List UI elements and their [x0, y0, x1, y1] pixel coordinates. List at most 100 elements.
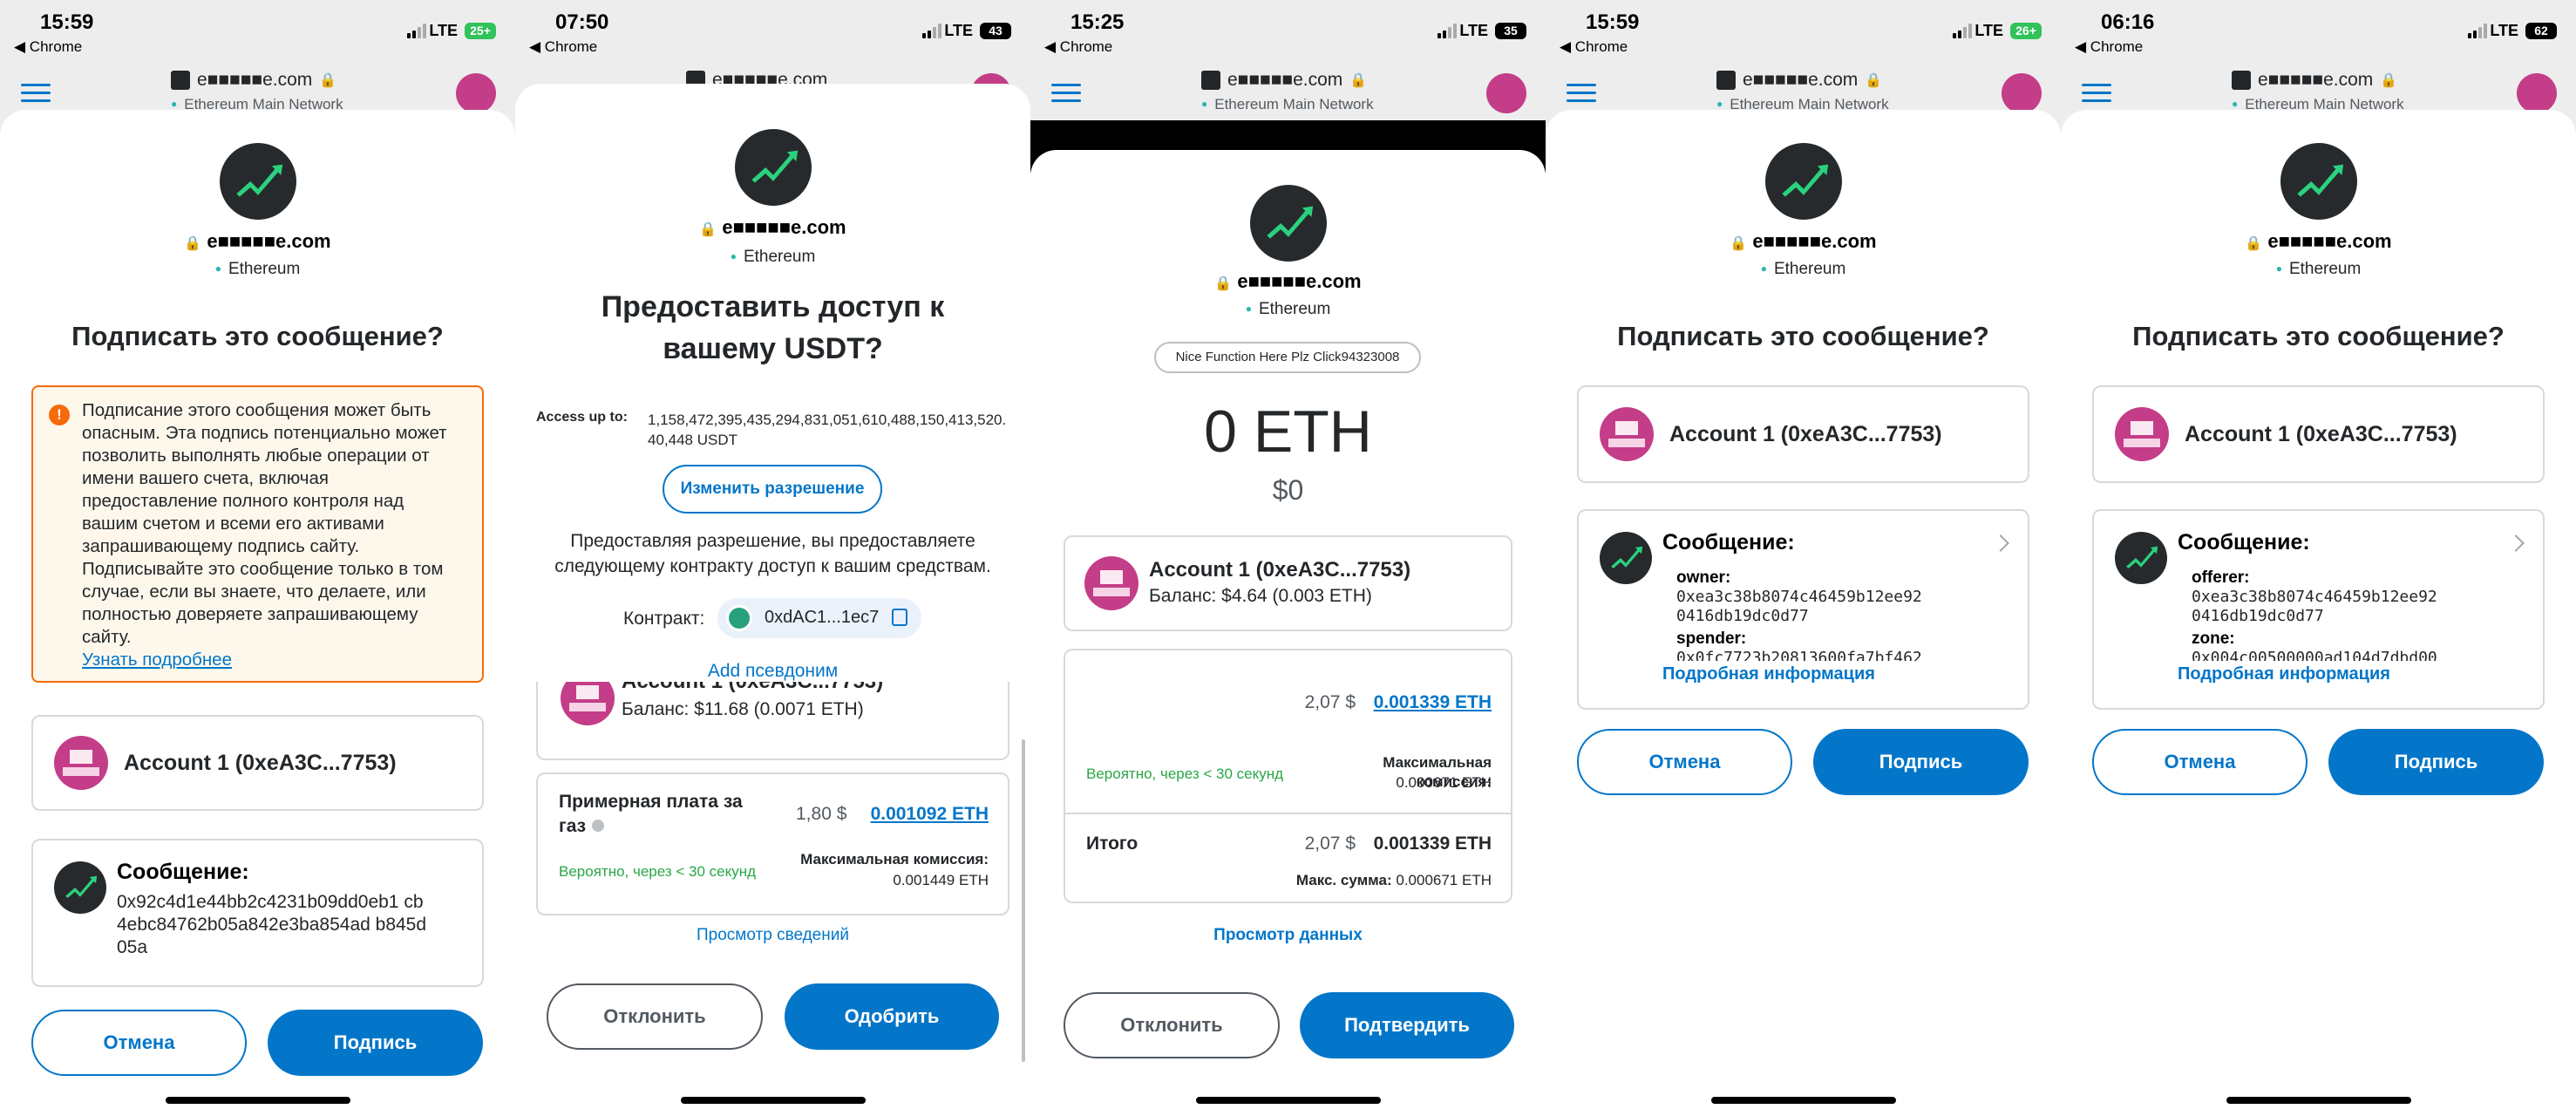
account-card: Account 1 (0xeA3C...7753) Баланс: $11.68… — [536, 682, 1009, 760]
avatar[interactable] — [456, 73, 496, 113]
avatar[interactable] — [2517, 73, 2557, 113]
message-card[interactable]: Сообщение: owner: 0xea3c38b8074c46459b12… — [1577, 509, 2029, 710]
message-label: Сообщение: — [2178, 530, 2310, 555]
contract-pill[interactable]: 0xdAC1...1ec7 — [717, 598, 921, 638]
site-origin-text: e■■■■■e.com — [722, 216, 846, 238]
back-to-chrome-link[interactable]: ◀ Chrome — [2075, 38, 2143, 56]
network-type: LTE — [1459, 22, 1488, 39]
account-avatar — [2115, 407, 2169, 461]
more-info-link[interactable]: Подробная информация — [1662, 664, 1875, 684]
max-fee-value: 0.001449 ETH — [893, 872, 989, 888]
gas-eth[interactable]: 0.001092 ETH — [871, 804, 989, 825]
lock-icon: 🔒 — [2245, 236, 2263, 251]
chevron-right-icon[interactable] — [1992, 534, 2009, 552]
message-label: Сообщение: — [117, 860, 249, 884]
access-value: 1,158,472,395,435,294,831,051,610,488,15… — [648, 412, 1007, 448]
contract-address: 0xdAC1...1ec7 — [765, 608, 880, 627]
copy-icon[interactable] — [892, 609, 907, 626]
grant-text: Предоставляя разрешение, вы предоставляе… — [554, 531, 991, 576]
edit-permission-button[interactable]: Изменить разрешение — [663, 465, 882, 514]
fee-eth[interactable]: 0.001339 ETH — [1374, 692, 1492, 713]
network-label: Ethereum — [2061, 260, 2576, 279]
chevron-right-icon[interactable] — [2507, 534, 2525, 552]
site-origin: 🔒 e■■■■■e.com — [2061, 230, 2576, 253]
account-avatar — [1084, 556, 1138, 610]
signal-icon — [2468, 23, 2489, 38]
clock: 07:50 — [555, 10, 609, 34]
approve-button[interactable]: Одобрить — [785, 983, 999, 1050]
network-type: LTE — [1974, 22, 2003, 39]
learn-more-link[interactable]: Узнать подробнее — [82, 649, 463, 671]
cancel-button[interactable]: Отмена — [1577, 729, 1792, 795]
lock-icon: 🔒 — [184, 236, 202, 251]
network-label: Ethereum — [0, 260, 515, 279]
info-icon[interactable] — [592, 820, 604, 832]
sign-button[interactable]: Подпись — [268, 1010, 483, 1076]
header-url-text: e■■■■■e.com — [1743, 70, 1859, 90]
account-avatar — [1600, 407, 1654, 461]
fee-eta: Вероятно, через < 30 секунд — [1086, 766, 1284, 782]
scrollbar[interactable] — [1022, 739, 1025, 1062]
account-name: Account 1 (0xeA3C...7753) — [1669, 421, 1942, 446]
back-to-chrome-link[interactable]: ◀ Chrome — [14, 38, 82, 56]
signature-sheet: 🔒 e■■■■■e.com Ethereum Подписать это сооб… — [2061, 110, 2576, 1116]
cancel-button[interactable]: Отмена — [31, 1010, 247, 1076]
favicon-icon — [1716, 71, 1736, 90]
page-title: Подписать это сообщение? — [71, 321, 444, 351]
site-logo-icon — [2280, 143, 2357, 220]
network-label: Ethereum — [1546, 260, 2061, 279]
confirm-button[interactable]: Подтвердить — [1300, 992, 1514, 1058]
account-card: Account 1 (0xeA3C...7753) — [2092, 385, 2545, 483]
account-name: Account 1 (0xeA3C...7753) — [124, 750, 397, 775]
view-data-link[interactable]: Просмотр данных — [1030, 926, 1546, 945]
status-bar: 15:59 ◀ Chrome LTE 25+ — [0, 0, 515, 55]
max-sum-label: Макс. сумма: 0.000671 ETH — [1296, 872, 1492, 889]
more-info-link[interactable]: Подробная информация — [2178, 664, 2390, 684]
reject-button[interactable]: Отклонить — [1064, 992, 1280, 1058]
lock-icon: 🔒 — [699, 222, 717, 237]
back-to-chrome-link[interactable]: ◀ Chrome — [529, 38, 597, 56]
lock-icon: 🔒 — [319, 73, 337, 88]
battery-icon: 35 — [1495, 23, 1526, 39]
screen-contract-interaction: 15:25 ◀ Chrome LTE 35 e■■■■■e.com 🔒 Ether… — [1030, 0, 1546, 1116]
signature-sheet: 🔒 e■■■■■e.com Ethereum Подписать это сооб… — [1546, 110, 2061, 1116]
view-details-link[interactable]: Просмотр сведений — [515, 926, 1030, 945]
battery-icon: 25+ — [465, 23, 496, 39]
header-url-text: e■■■■■e.com — [1227, 70, 1343, 90]
add-alias-link[interactable]: Add псевдоним — [515, 661, 1030, 682]
account-balance: Баланс: $11.68 (0.0071 ETH) — [622, 699, 864, 719]
menu-icon[interactable] — [1567, 84, 1596, 103]
sign-button[interactable]: Подпись — [1813, 729, 2029, 795]
field2-fade: 0x004c00500000ad104d7dbd00 — [2192, 649, 2488, 661]
back-to-chrome-link[interactable]: ◀ Chrome — [1044, 38, 1112, 56]
cancel-button[interactable]: Отмена — [2092, 729, 2308, 795]
max-fee-label: Максимальная комиссия: — [800, 851, 989, 868]
signature-sheet: 🔒 e■■■■■e.com Ethereum Подписать это сооб… — [0, 110, 515, 1116]
menu-icon[interactable] — [2082, 84, 2111, 103]
site-origin: 🔒 e■■■■■e.com — [515, 216, 1030, 239]
approval-sheet: 🔒 e■■■■■e.com Ethereum Предоставить досту… — [515, 84, 1030, 1116]
menu-icon[interactable] — [1051, 84, 1081, 103]
field1-value: 0xea3c38b8074c46459b12ee92 0416db19dc0d7… — [2192, 588, 2437, 625]
site-origin-text: e■■■■■e.com — [2267, 230, 2392, 252]
field2-label: spender: — [1676, 629, 1747, 648]
gas-card: Примерная плата за газ 1,80 $ 0.001092 E… — [536, 772, 1009, 915]
page-title: Подписать это сообщение? — [1617, 321, 1989, 351]
menu-icon[interactable] — [21, 84, 51, 103]
lock-icon: 🔒 — [1214, 276, 1233, 291]
header-network: Ethereum Main Network — [1201, 96, 1373, 113]
gas-label: Примерная плата за газ — [559, 792, 743, 836]
header-url-text: e■■■■■e.com — [2258, 70, 2374, 90]
account-balance: Баланс: $4.64 (0.003 ETH) — [1149, 586, 1372, 606]
header-url-text: e■■■■■e.com — [197, 70, 313, 90]
status-bar: 07:50 ◀ Chrome LTE 43 — [515, 0, 1030, 55]
message-card[interactable]: Сообщение: offerer: 0xea3c38b8074c46459b… — [2092, 509, 2545, 710]
signal-icon — [922, 23, 943, 38]
avatar[interactable] — [2002, 73, 2042, 113]
reject-button[interactable]: Отклонить — [547, 983, 763, 1050]
sign-button[interactable]: Подпись — [2328, 729, 2544, 795]
avatar[interactable] — [1486, 73, 1526, 113]
field1-label: owner: — [1676, 568, 1731, 587]
max-sum-value: 0.000671 ETH — [1396, 872, 1492, 888]
back-to-chrome-link[interactable]: ◀ Chrome — [1560, 38, 1628, 56]
